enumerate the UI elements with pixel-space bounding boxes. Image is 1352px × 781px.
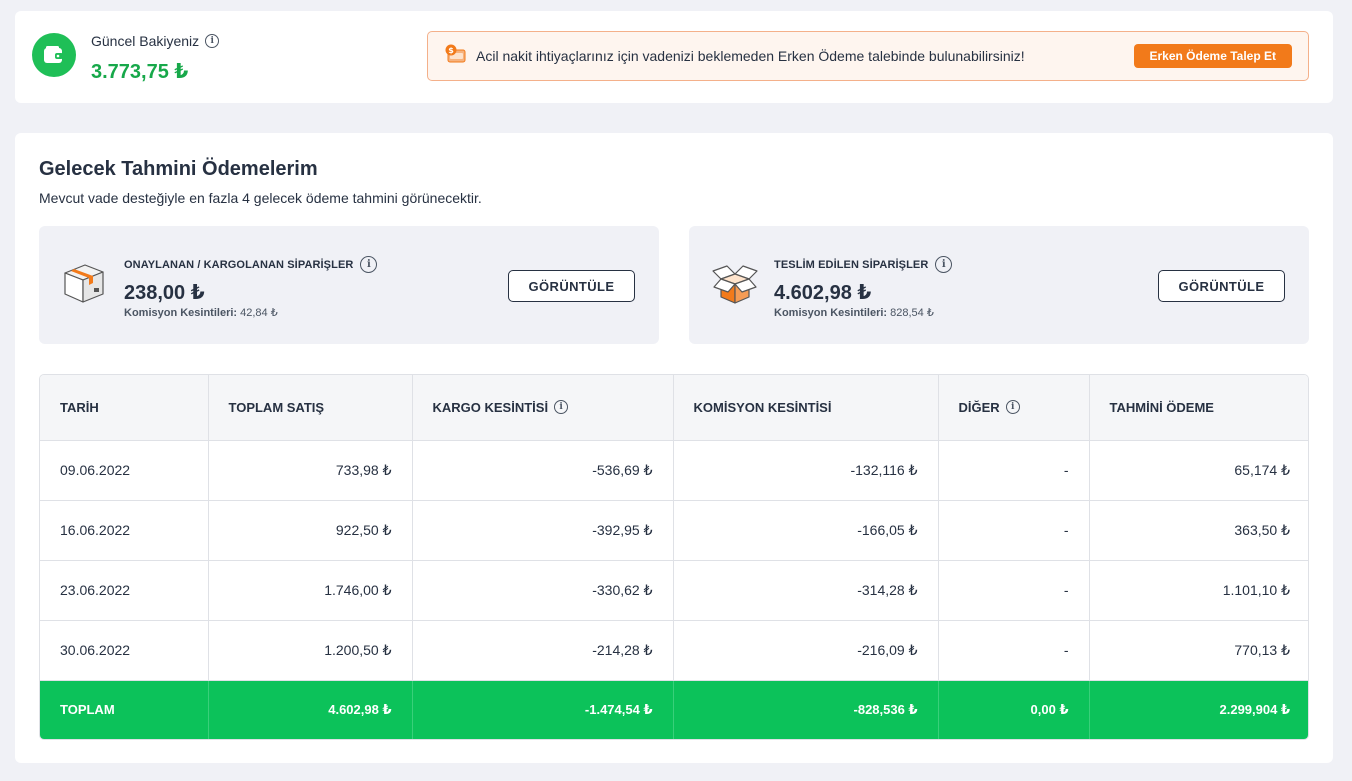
estimated-payment-cell: 770,13 ₺ bbox=[1089, 620, 1308, 681]
total-other-cell: 0,00 ₺ bbox=[938, 680, 1090, 739]
total-sales-cell: 733,98 ₺ bbox=[208, 440, 413, 501]
future-payments-card: Gelecek Tahmini Ödemelerim Mevcut vade d… bbox=[15, 133, 1333, 763]
other-cell: - bbox=[938, 440, 1090, 501]
view-button[interactable]: GÖRÜNTÜLE bbox=[1158, 270, 1285, 302]
shipping-deduction-cell: -536,69 ₺ bbox=[412, 440, 674, 501]
commission-value: 42,84 ₺ bbox=[240, 307, 278, 319]
summary-amount: 4.602,98 ₺ bbox=[774, 282, 872, 304]
shipping-deduction-cell: -330,62 ₺ bbox=[412, 560, 674, 621]
table-row: 09.06.2022 733,98 ₺ -536,69 ₺ -132,116 ₺… bbox=[40, 440, 1308, 501]
delivered-summary: TESLİM EDİLEN SİPARİŞLER i 4.602,98 ₺ Ko… bbox=[689, 226, 1309, 344]
commission-deduction-cell: -132,116 ₺ bbox=[673, 440, 939, 501]
summary-label: TESLİM EDİLEN SİPARİŞLER bbox=[774, 258, 929, 271]
commission-info: Komisyon Kesintileri: 828,54 ₺ bbox=[774, 306, 934, 319]
shipping-deduction-cell: -392,95 ₺ bbox=[412, 500, 674, 561]
info-icon[interactable]: i bbox=[1005, 400, 1020, 415]
info-icon[interactable]: i bbox=[554, 400, 569, 415]
wallet-icon bbox=[32, 33, 76, 77]
date-cell: 09.06.2022 bbox=[40, 440, 209, 501]
total-sales-cell: 4.602,98 ₺ bbox=[208, 680, 413, 739]
section-title: Gelecek Tahmini Ödemelerim bbox=[39, 158, 318, 180]
summary-amount: 238,00 ₺ bbox=[124, 282, 205, 304]
package-icon bbox=[61, 261, 105, 310]
balance-card: Güncel Bakiyeniz i 3.773,75 ₺ $ Acil nak… bbox=[15, 11, 1333, 103]
commission-label: Komisyon Kesintileri: bbox=[124, 307, 238, 319]
alert-text: Acil nakit ihtiyaçlarınız için vadenizi … bbox=[476, 48, 1025, 64]
date-cell: 16.06.2022 bbox=[40, 500, 209, 561]
summary-label-row: ONAYLANAN / KARGOLANAN SİPARİŞLER i bbox=[124, 256, 378, 273]
commission-deduction-cell: -166,05 ₺ bbox=[673, 500, 939, 561]
total-estimated-payment-cell: 2.299,904 ₺ bbox=[1089, 680, 1308, 739]
column-header-shipping-deduction: KARGO KESİNTİSİ i bbox=[412, 375, 674, 441]
column-header-other: DİĞER i bbox=[938, 375, 1090, 441]
commission-deduction-cell: -216,09 ₺ bbox=[673, 620, 939, 681]
total-commission-deduction-cell: -828,536 ₺ bbox=[673, 680, 939, 739]
column-header-total-sales: TOPLAM SATIŞ bbox=[208, 375, 413, 441]
total-sales-cell: 1.200,50 ₺ bbox=[208, 620, 413, 681]
column-header-estimated-payment: TAHMİNİ ÖDEME bbox=[1089, 375, 1308, 441]
info-icon[interactable]: i bbox=[935, 256, 953, 273]
open-box-icon bbox=[711, 261, 759, 310]
table-header-row: TARİH TOPLAM SATIŞ KARGO KESİNTİSİ i KOMİ… bbox=[40, 375, 1308, 441]
table-row: 30.06.2022 1.200,50 ₺ -214,28 ₺ -216,09 … bbox=[40, 620, 1308, 681]
table-row: 16.06.2022 922,50 ₺ -392,95 ₺ -166,05 ₺ … bbox=[40, 500, 1308, 561]
total-shipping-deduction-cell: -1.474,54 ₺ bbox=[412, 680, 674, 739]
commission-label: Komisyon Kesintileri: bbox=[774, 307, 888, 319]
estimated-payment-cell: 363,50 ₺ bbox=[1089, 500, 1308, 561]
summary-label: ONAYLANAN / KARGOLANAN SİPARİŞLER bbox=[124, 258, 354, 271]
column-header-commission-deduction: KOMİSYON KESİNTİSİ bbox=[673, 375, 939, 441]
shipping-deduction-cell: -214,28 ₺ bbox=[412, 620, 674, 681]
table-row: 23.06.2022 1.746,00 ₺ -330,62 ₺ -314,28 … bbox=[40, 560, 1308, 621]
column-header-date: TARİH bbox=[40, 375, 209, 441]
svg-text:$: $ bbox=[448, 46, 454, 55]
other-cell: - bbox=[938, 500, 1090, 561]
approved-shipped-summary: ONAYLANAN / KARGOLANAN SİPARİŞLER i 238,… bbox=[39, 226, 659, 344]
date-cell: 23.06.2022 bbox=[40, 560, 209, 621]
commission-value: 828,54 ₺ bbox=[890, 307, 934, 319]
section-subtitle: Mevcut vade desteğiyle en fazla 4 gelece… bbox=[39, 190, 482, 206]
money-icon: $ bbox=[444, 44, 466, 71]
payments-table: TARİH TOPLAM SATIŞ KARGO KESİNTİSİ i KOMİ… bbox=[39, 374, 1309, 740]
date-cell: 30.06.2022 bbox=[40, 620, 209, 681]
other-cell: - bbox=[938, 620, 1090, 681]
estimated-payment-cell: 65,174 ₺ bbox=[1089, 440, 1308, 501]
view-button[interactable]: GÖRÜNTÜLE bbox=[508, 270, 635, 302]
total-row: TOPLAM 4.602,98 ₺ -1.474,54 ₺ -828,536 ₺… bbox=[40, 680, 1308, 739]
info-icon[interactable]: i bbox=[360, 256, 378, 273]
estimated-payment-cell: 1.101,10 ₺ bbox=[1089, 560, 1308, 621]
balance-value: 3.773,75 ₺ bbox=[91, 61, 189, 83]
commission-deduction-cell: -314,28 ₺ bbox=[673, 560, 939, 621]
total-sales-cell: 922,50 ₺ bbox=[208, 500, 413, 561]
balance-label: Güncel Bakiyeniz bbox=[91, 33, 200, 49]
other-cell: - bbox=[938, 560, 1090, 621]
early-payment-button[interactable]: Erken Ödeme Talep Et bbox=[1133, 44, 1292, 68]
early-payment-alert: $ Acil nakit ihtiyaçlarınız için vadeniz… bbox=[427, 31, 1309, 81]
balance-label-row: Güncel Bakiyeniz i bbox=[91, 33, 220, 49]
commission-info: Komisyon Kesintileri: 42,84 ₺ bbox=[124, 306, 278, 319]
summary-label-row: TESLİM EDİLEN SİPARİŞLER i bbox=[774, 256, 953, 273]
info-icon[interactable]: i bbox=[205, 34, 220, 48]
total-label-cell: TOPLAM bbox=[40, 680, 209, 739]
total-sales-cell: 1.746,00 ₺ bbox=[208, 560, 413, 621]
